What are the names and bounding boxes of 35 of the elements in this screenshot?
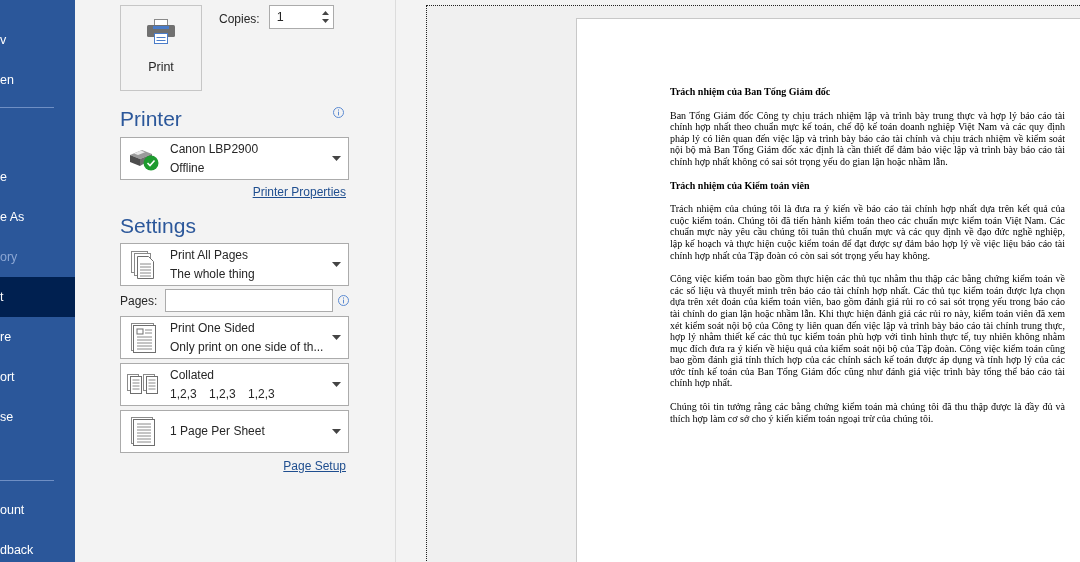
stacked-pages-icon xyxy=(130,250,156,279)
printer-properties-link[interactable]: Printer Properties xyxy=(252,185,346,199)
settings-heading: Settings xyxy=(120,213,196,239)
copies-label: Copies: xyxy=(219,11,260,28)
spin-up-icon[interactable] xyxy=(321,11,329,15)
pages-label: Pages: xyxy=(120,292,159,310)
single-page-icon xyxy=(131,417,155,446)
printer-icon xyxy=(147,19,175,44)
document-heading: Trách nhiệm của Kiểm toán viên xyxy=(670,179,810,192)
collation-dropdown[interactable]: Collated 1,2,3 1,2,3 1,2,3 xyxy=(120,363,349,406)
printer-heading: Printer xyxy=(120,106,182,132)
copies-spinner[interactable]: 1 xyxy=(268,5,334,29)
pages-per-sheet-dropdown[interactable]: 1 Page Per Sheet xyxy=(120,410,349,453)
document-paragraph: Trách nhiệm của chúng tôi là đưa ra ý kiến về báo cáo tài chính hợp nhất dựa trên kết quả của cuộc kiểm toán. Chúng tôi đã tiến hành kiểm toán theo các chuẩn mực kiểm toán Việt Nam. Các chuẩn mực này yêu cầu chúng tôi tuân thủ chuẩn mực và các quy định về đạo đức nghề nghiệp, lập kế hoạch và thực hiện cuộc kiểm toán để đạt được sự đảm bảo hợp lý về việc liệu báo cáo tài chính hợp nhất của Tập đoàn có còn sai sót trọng yếu hay không. xyxy=(670,203,1065,262)
print-button[interactable]: Print xyxy=(120,5,202,91)
print-range-dropdown[interactable]: Print All Pages The whole thing xyxy=(120,243,349,286)
spin-down-icon[interactable] xyxy=(321,19,329,23)
caret-down-icon xyxy=(332,262,341,267)
sidebar-item[interactable]: t xyxy=(0,277,75,317)
caret-down-icon xyxy=(332,429,341,434)
page-setup-link[interactable]: Page Setup xyxy=(283,459,346,473)
printer-dropdown[interactable]: Canon LBP2900 Offline xyxy=(120,137,349,180)
info-icon xyxy=(333,107,344,118)
info-icon xyxy=(338,295,349,306)
document-paragraph: Chúng tôi tin tưởng rằng các bằng chứng kiểm toán mà chúng tôi đã thu thập được là đầy đủ và thích hợp làm cơ sở cho ý kiến kiểm toán ngoại trừ của chúng tôi. xyxy=(670,401,1065,425)
document-heading: Trách nhiệm của Ban Tổng Giám đốc xyxy=(670,86,831,98)
caret-down-icon xyxy=(332,156,341,161)
collated-pages-icon xyxy=(126,374,160,395)
print-sides-dropdown[interactable]: Print One Sided Only print on one side of th... xyxy=(120,316,349,359)
caret-down-icon xyxy=(332,382,341,387)
pages-field[interactable] xyxy=(165,289,333,312)
document-paragraph: Ban Tổng Giám đốc Công ty chịu trách nhiệm lập và trình bày trung thực và hợp lý báo cáo tài chính hợp nhất theo chuẩn mực kế toán, chế độ kế toán doanh nghiệp Việt Nam và các quy định pháp lý có liên quan đến việc lập và trình bày báo cáo tài chính và chịu trách nhiệm về kiểm soát nội bộ mà Ban Tổng Giám đốc xác định là cần thiết để đảm bảo việc lập và trình bày báo cáo tài chính hợp nhất không có sai sót trọng yếu do gian lận hoặc nhầm lẫn. xyxy=(670,109,1065,168)
document-paragraph: Công việc kiểm toán bao gồm thực hiện các thủ tục nhằm thu thập các bằng chứng kiểm toán về các số liệu và thuyết minh trên báo cáo tài chính hợp nhất. Các thủ tục kiểm toán được lựa chọn dựa trên xét đoán của kiểm toán viên, bao gồm đánh giá rủi ro có sai sót trọng yếu trong báo cáo tài chính do gian lận hoặc nhầm lẫn. Khi thực hiện đánh giá các rủi ro này, kiểm toán viên đã xem xét kiểm soát nội bộ của Công ty liên quan đến việc lập và trình bày báo cáo tài chính trung thực, hợp lý nhằm thiết kế các thủ tục kiểm toán phù hợp với tình hình thực tế, tuy nhiên không nhằm mục đích đưa ra ý kiến về hiệu quả của kiểm soát nội bộ của Tập đoàn. Công việc kiểm toán cũng bao gồm đánh giá tính thích hợp của các chính sách kế toán được áp dụng và tính hợp lý của các ước tính kế toán của Ban Tổng Giám đốc cũng như đánh giá việc trình bày tổng thể báo cáo tài chính hợp nhất. xyxy=(670,273,1065,390)
caret-down-icon xyxy=(332,335,341,340)
one-sided-page-icon xyxy=(130,322,156,353)
